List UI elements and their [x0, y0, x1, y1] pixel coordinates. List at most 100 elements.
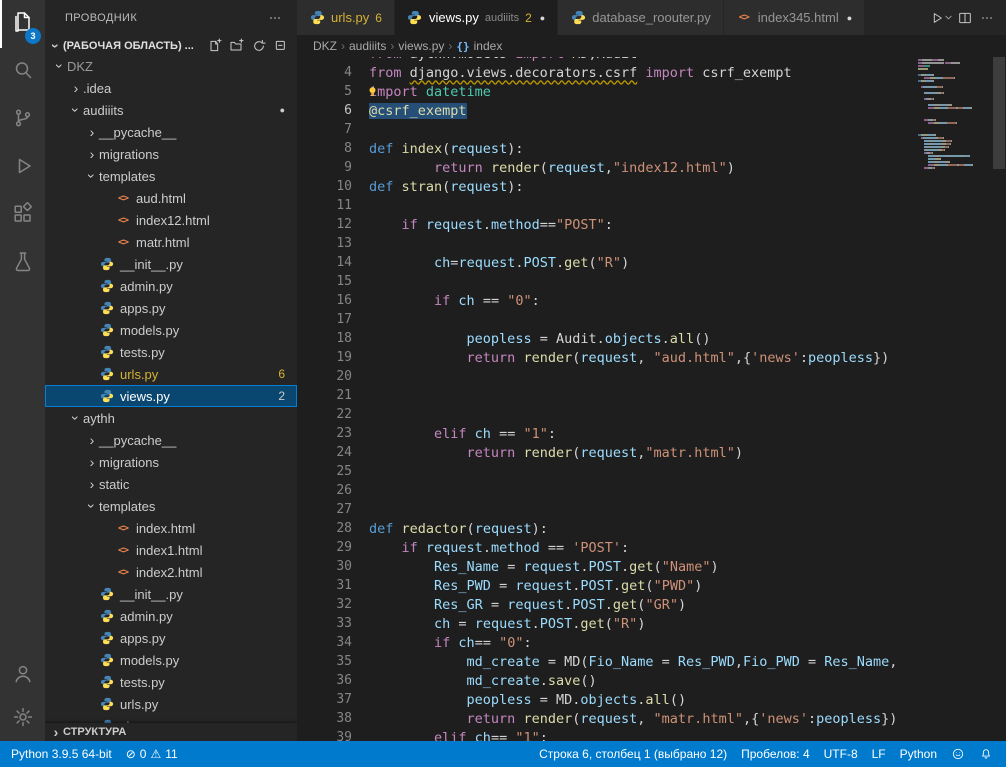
tree-item-apps-py[interactable]: apps.py [45, 297, 297, 319]
code-line[interactable]: 26 [297, 481, 918, 500]
code-line[interactable]: 25 [297, 462, 918, 481]
code-line[interactable]: 10def stran(request): [297, 177, 918, 196]
tree-item-static[interactable]: ›static [45, 473, 297, 495]
activitybar-run-debug-button[interactable] [0, 144, 45, 192]
code-line[interactable]: 23 elif ch == "1": [297, 424, 918, 443]
breadcrumb-item-index[interactable]: index [474, 39, 503, 53]
activitybar-testing-button[interactable] [0, 240, 45, 288]
tree-item-index2-html[interactable]: <>index2.html [45, 561, 297, 583]
tree-item-views-py[interactable]: views.py [45, 715, 297, 723]
workspace-section-header[interactable]: › (РАБОЧАЯ ОБЛАСТЬ) ... [45, 35, 297, 57]
activitybar-search-button[interactable] [0, 48, 45, 96]
tree-item-urls-py[interactable]: urls.py6 [45, 363, 297, 385]
tree-item-idea[interactable]: ›.idea [45, 77, 297, 99]
cursor-position[interactable]: Строка 6, столбец 1 (выбрано 12) [532, 747, 734, 761]
tree-item-templates[interactable]: ›templates [45, 165, 297, 187]
code-line[interactable]: 34 if ch== "0": [297, 633, 918, 652]
code-line[interactable]: 36 md_create.save() [297, 671, 918, 690]
activitybar-explorer-button[interactable]: 3 [0, 0, 45, 48]
code-line[interactable]: 19 return render(request, "aud.html",{'n… [297, 348, 918, 367]
tree-item-tests-py[interactable]: tests.py [45, 341, 297, 363]
code-line[interactable]: 38 return render(request, "matr.html",{'… [297, 709, 918, 728]
code-line[interactable]: 13 [297, 234, 918, 253]
tree-item-views-py[interactable]: views.py2 [45, 385, 297, 407]
tree-item-migrations[interactable]: ›migrations [45, 143, 297, 165]
code-line[interactable]: 32 Res_GR = request.POST.get("GR") [297, 595, 918, 614]
tree-item-admin-py[interactable]: admin.py [45, 275, 297, 297]
code-line[interactable]: 31 Res_PWD = request.POST.get("PWD") [297, 576, 918, 595]
new-file-icon[interactable] [205, 36, 225, 56]
tree-item-tests-py[interactable]: tests.py [45, 671, 297, 693]
more-actions-icon[interactable] [265, 8, 285, 28]
tree-item-aythh[interactable]: ›aythh [45, 407, 297, 429]
tree-item-index-html[interactable]: <>index.html [45, 517, 297, 539]
tree-item-audiiits[interactable]: ›audiiits● [45, 99, 297, 121]
collapse-all-icon[interactable] [271, 36, 291, 56]
scrollbar-thumb[interactable] [993, 57, 1005, 169]
code-line[interactable]: 8def index(request): [297, 139, 918, 158]
language-mode[interactable]: Python [893, 747, 944, 761]
tree-item-index12-html[interactable]: <>index12.html [45, 209, 297, 231]
breadcrumb-item-views-py[interactable]: views.py [398, 39, 444, 53]
bell-icon[interactable] [972, 747, 1000, 761]
tree-item-pycache[interactable]: ›__pycache__ [45, 429, 297, 451]
code-line[interactable]: 20 [297, 367, 918, 386]
code-line[interactable]: 27 [297, 500, 918, 519]
code-line[interactable]: 17 [297, 310, 918, 329]
code-line[interactable]: 4from django.views.decorators.csrf impor… [297, 63, 918, 82]
tree-item-models-py[interactable]: models.py [45, 319, 297, 341]
code-line[interactable]: 14 ch=request.POST.get("R") [297, 253, 918, 272]
code-line[interactable]: 6@csrf_exempt [297, 101, 918, 120]
editor[interactable]: 3from aythh.models import MD,Audit4from … [297, 57, 1006, 741]
tree-item-init-py[interactable]: __init__.py [45, 253, 297, 275]
code-line[interactable]: 37 peopless = MD.objects.all() [297, 690, 918, 709]
python-interpreter[interactable]: Python 3.9.5 64-bit [4, 741, 119, 767]
feedback-icon[interactable] [944, 747, 972, 761]
code-line[interactable]: 29 if request.method == 'POST': [297, 538, 918, 557]
code-line[interactable]: 30 Res_Name = request.POST.get("Name") [297, 557, 918, 576]
eol[interactable]: LF [865, 747, 893, 761]
indentation[interactable]: Пробелов: 4 [734, 747, 817, 761]
more-button[interactable] [976, 7, 998, 29]
activitybar-settings-button[interactable] [0, 697, 45, 741]
code-line[interactable]: 12 if request.method=="POST": [297, 215, 918, 234]
problems[interactable]: ⊘0⚠11 [119, 741, 185, 767]
code-line[interactable]: 22 [297, 405, 918, 424]
code-line[interactable]: 9 return render(request,"index12.html") [297, 158, 918, 177]
code-line[interactable]: 35 md_create = MD(Fio_Name = Res_PWD,Fio… [297, 652, 918, 671]
code-line[interactable]: 18 peopless = Audit.objects.all() [297, 329, 918, 348]
tree-item-init-py[interactable]: __init__.py [45, 583, 297, 605]
code-line[interactable]: 33 ch = request.POST.get("R") [297, 614, 918, 633]
lightbulb-icon[interactable] [366, 85, 379, 98]
refresh-icon[interactable] [249, 36, 269, 56]
tree-item-matr-html[interactable]: <>matr.html [45, 231, 297, 253]
outline-section-header[interactable]: › СТРУКТУРА [45, 723, 297, 741]
code-line[interactable]: 16 if ch == "0": [297, 291, 918, 310]
activitybar-extensions-button[interactable] [0, 192, 45, 240]
encoding[interactable]: UTF-8 [817, 747, 865, 761]
activitybar-source-control-button[interactable] [0, 96, 45, 144]
tree-item-apps-py[interactable]: apps.py [45, 627, 297, 649]
code-line[interactable]: 24 return render(request,"matr.html") [297, 443, 918, 462]
modified-dot-icon[interactable]: ● [847, 13, 852, 23]
tree-item-admin-py[interactable]: admin.py [45, 605, 297, 627]
tree-item-templates[interactable]: ›templates [45, 495, 297, 517]
code-line[interactable]: 28def redactor(request): [297, 519, 918, 538]
editor-scrollbar[interactable] [992, 57, 1006, 741]
tree-item-aud-html[interactable]: <>aud.html [45, 187, 297, 209]
code-line[interactable]: 21 [297, 386, 918, 405]
tab-views-py[interactable]: views.pyaudiiits2● [395, 0, 558, 35]
new-folder-icon[interactable] [227, 36, 247, 56]
chevron-down-button[interactable] [942, 7, 954, 29]
tab-urls-py[interactable]: urls.py6 [297, 0, 395, 35]
tree-item-dkz[interactable]: ›DKZ [45, 55, 297, 77]
modified-dot-icon[interactable]: ● [540, 13, 545, 23]
breadcrumb-item-audiiits[interactable]: audiiits [349, 39, 386, 53]
tree-item-models-py[interactable]: models.py [45, 649, 297, 671]
code-line[interactable]: 7 [297, 120, 918, 139]
tree-item-urls-py[interactable]: urls.py [45, 693, 297, 715]
code-line[interactable]: 11 [297, 196, 918, 215]
activitybar-account-button[interactable] [0, 653, 45, 697]
code-line[interactable]: 5import datetime [297, 82, 918, 101]
breadcrumb-item-dkz[interactable]: DKZ [313, 39, 337, 53]
